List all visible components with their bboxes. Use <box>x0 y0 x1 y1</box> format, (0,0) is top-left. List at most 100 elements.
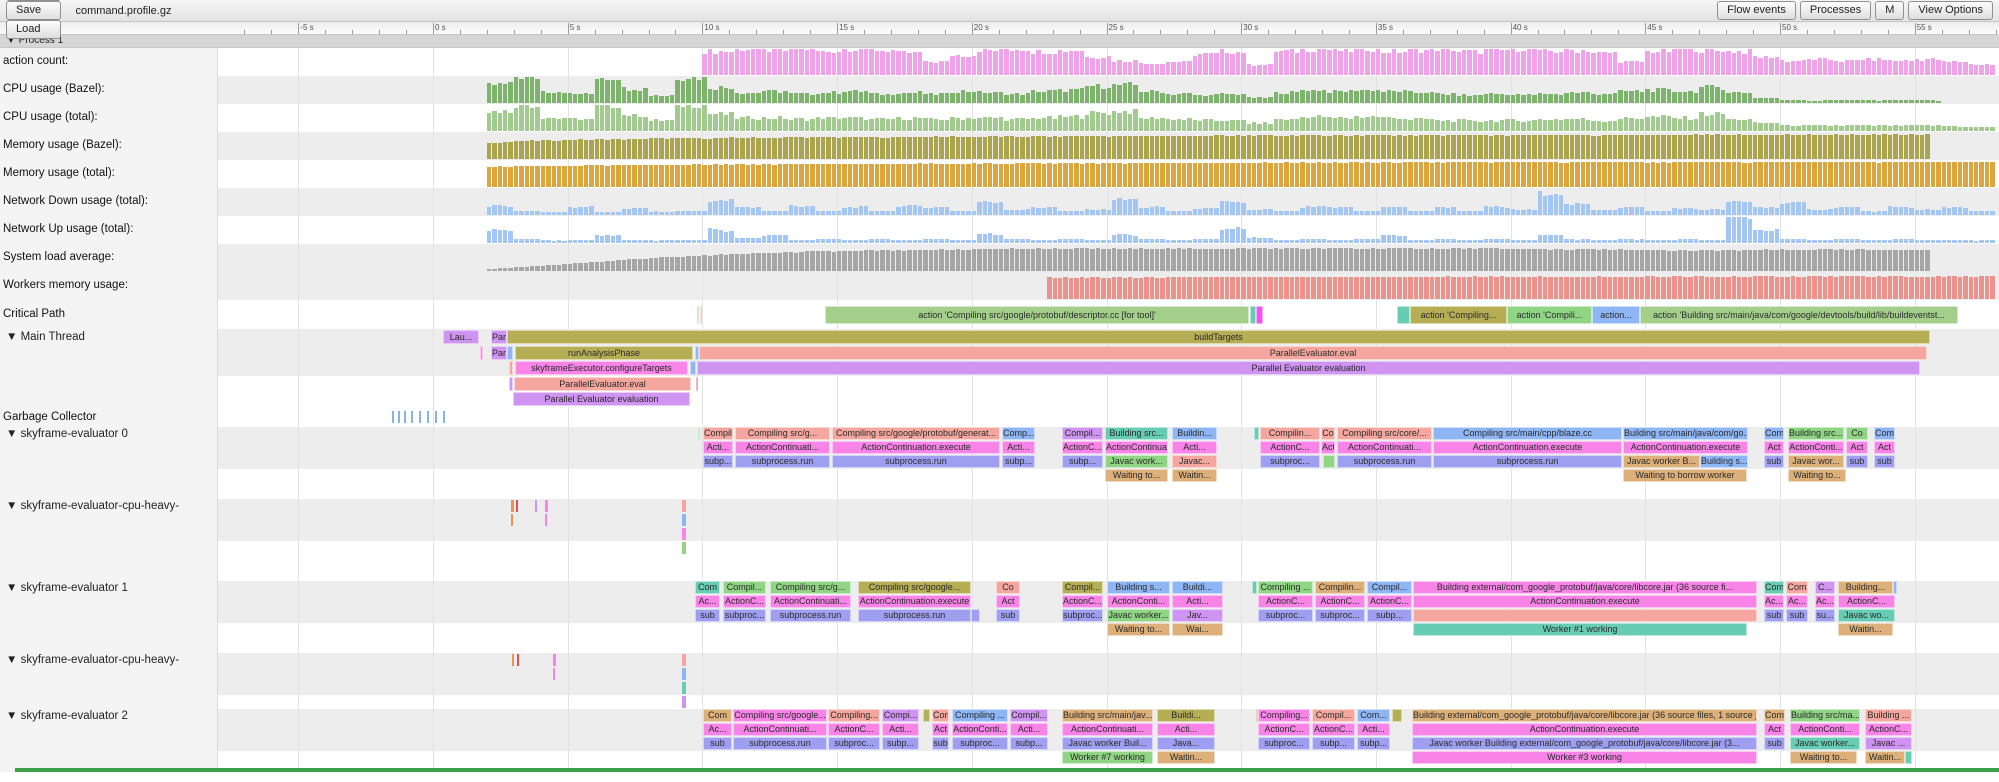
trace-span[interactable] <box>1254 427 1259 440</box>
trace-span[interactable]: Java... <box>1157 737 1215 750</box>
trace-span[interactable]: Acti... <box>1357 723 1390 736</box>
critical-path-span[interactable]: action 'Building src/main/java/com/googl… <box>1640 306 1958 324</box>
trace-span[interactable]: subproc... <box>723 609 766 622</box>
trace-span[interactable]: sub <box>1764 737 1785 750</box>
trace-span[interactable] <box>923 709 930 722</box>
trace-span[interactable]: Waitin... <box>1838 623 1893 636</box>
trace-span[interactable]: Act <box>1321 441 1335 454</box>
critical-path-span[interactable] <box>700 306 702 324</box>
trace-span[interactable]: Compil... <box>1062 581 1103 594</box>
event-tick[interactable] <box>427 411 429 423</box>
trace-span[interactable]: Compiling src/google/protobuf/generat... <box>832 427 1000 440</box>
trace-span[interactable]: Javac worker Building external/com_googl… <box>1412 737 1757 750</box>
trace-span[interactable]: Waitin... <box>1172 469 1217 482</box>
trace-span[interactable] <box>1252 581 1257 594</box>
thread-label-garbage-collector[interactable]: Garbage Collector <box>3 411 96 423</box>
trace-span[interactable]: ActionC... <box>1367 595 1412 608</box>
critical-path-span[interactable] <box>697 306 699 324</box>
trace-span[interactable]: skyframeExecutor.configureTargets <box>515 361 688 375</box>
event-tick[interactable] <box>545 500 548 512</box>
trace-span[interactable] <box>1893 581 1897 594</box>
trace-span[interactable]: Waiting to... <box>1790 751 1857 764</box>
trace-span[interactable]: subprocess.run <box>1337 455 1432 468</box>
trace-span[interactable]: Building src/ma... <box>1790 709 1860 722</box>
critical-path-span[interactable]: action 'Compili... <box>1507 306 1592 324</box>
trace-span[interactable]: subp... <box>1357 737 1390 750</box>
trace-span[interactable]: Com <box>1764 427 1784 440</box>
trace-span[interactable] <box>509 377 513 391</box>
trace-span[interactable]: ActionContinuation.execute <box>1413 595 1757 608</box>
trace-span[interactable]: Acti... <box>1172 441 1217 454</box>
trace-span[interactable]: Compil... <box>1062 427 1103 440</box>
trace-span[interactable]: Waitin... <box>1865 751 1905 764</box>
trace-span[interactable]: Com <box>703 709 732 722</box>
trace-span[interactable]: Wai... <box>1172 623 1223 636</box>
trace-span[interactable]: Compiling src/g... <box>770 581 851 594</box>
trace-span[interactable]: subproc... <box>1315 609 1365 622</box>
trace-span[interactable]: ActionContinuati... <box>1337 441 1432 454</box>
trace-span[interactable]: subprocess.run <box>858 609 971 622</box>
trace-span[interactable]: Par <box>491 330 507 344</box>
trace-span[interactable]: ActionContinuati... <box>733 723 827 736</box>
trace-span[interactable]: Com <box>1764 709 1785 722</box>
trace-span[interactable]: subproc... <box>828 737 880 750</box>
trace-span[interactable] <box>1323 455 1335 468</box>
event-tick[interactable] <box>682 514 686 526</box>
trace-span[interactable]: ActionC... <box>1315 595 1365 608</box>
trace-span[interactable]: Waiting to... <box>1788 469 1846 482</box>
trace-span[interactable]: ActionContinuati... <box>1062 723 1153 736</box>
trace-span[interactable]: Waitin... <box>1157 751 1215 764</box>
view-options-button[interactable]: View Options <box>1908 1 1993 20</box>
trace-span[interactable]: Building src/main/java/com/go... <box>1623 427 1748 440</box>
critical-path-span[interactable]: action 'Compiling... <box>1410 306 1507 324</box>
trace-span[interactable]: Compiling src/google... <box>733 709 827 722</box>
trace-span[interactable]: Parallel Evaluator evaluation <box>697 361 1920 375</box>
processes-button[interactable]: Processes <box>1800 1 1871 20</box>
event-tick[interactable] <box>682 668 686 680</box>
trace-span[interactable] <box>690 361 696 375</box>
event-tick[interactable] <box>535 500 537 512</box>
trace-span[interactable]: sub <box>932 737 949 750</box>
trace-span[interactable] <box>1905 751 1912 764</box>
trace-span[interactable]: subprocess.run <box>832 455 1000 468</box>
trace-span[interactable]: Javac worker B... <box>1623 455 1700 468</box>
trace-span[interactable]: Javac... <box>1172 455 1217 468</box>
trace-span[interactable]: ActionContinuation.execute <box>1433 441 1622 454</box>
trace-span[interactable]: ActionContinuation.execute <box>858 595 971 608</box>
trace-span[interactable]: Lau... <box>443 330 479 344</box>
trace-span[interactable]: Building external/com_google_protobuf/ja… <box>1413 581 1757 594</box>
trace-span[interactable]: Building ... <box>1865 709 1912 722</box>
trace-span[interactable] <box>509 361 513 375</box>
trace-span[interactable]: Compil... <box>703 427 733 440</box>
trace-span[interactable]: su... <box>1815 609 1835 622</box>
critical-path-span[interactable]: action 'Compiling src/google/protobuf/de… <box>825 306 1249 324</box>
trace-span[interactable]: ActionContinuation.execute <box>1412 723 1757 736</box>
trace-span[interactable]: sub <box>1846 455 1868 468</box>
trace-span[interactable]: ParallelEvaluator.eval <box>514 377 691 391</box>
event-tick[interactable] <box>682 500 686 512</box>
trace-span[interactable]: Worker #7 working <box>1062 751 1153 764</box>
event-tick[interactable] <box>443 411 445 423</box>
trace-span[interactable]: Act <box>1764 441 1784 454</box>
trace-span[interactable]: ActionC... <box>1258 595 1313 608</box>
trace-span[interactable] <box>696 377 698 391</box>
trace-span[interactable]: Waiting to borrow worker <box>1623 469 1747 482</box>
thread-label-main-thread[interactable]: ▼ Main Thread <box>6 331 85 343</box>
event-tick[interactable] <box>682 682 686 694</box>
event-tick[interactable] <box>682 542 686 554</box>
trace-span[interactable]: Par <box>491 346 507 360</box>
trace-span[interactable]: Worker #3 working <box>1412 751 1757 764</box>
trace-span[interactable]: Act <box>996 595 1020 608</box>
trace-span[interactable]: Ac... <box>1815 595 1835 608</box>
trace-span[interactable]: Compiling ... <box>952 709 1008 722</box>
trace-span[interactable]: Buildin... <box>1172 427 1217 440</box>
thread-label-skyframe-evaluator-2[interactable]: ▼ skyframe-evaluator 2 <box>6 710 128 722</box>
trace-span[interactable]: Compi... <box>882 709 919 722</box>
trace-span[interactable]: Building s... <box>1700 455 1748 468</box>
trace-span[interactable] <box>971 609 980 622</box>
trace-span[interactable]: Waiting to... <box>1107 623 1170 636</box>
trace-span[interactable]: Compil... <box>1312 709 1355 722</box>
trace-span[interactable]: ActionContinuation.execute <box>1623 441 1748 454</box>
trace-span[interactable]: subprocess.run <box>1433 455 1622 468</box>
trace-span[interactable]: Com <box>1874 427 1895 440</box>
